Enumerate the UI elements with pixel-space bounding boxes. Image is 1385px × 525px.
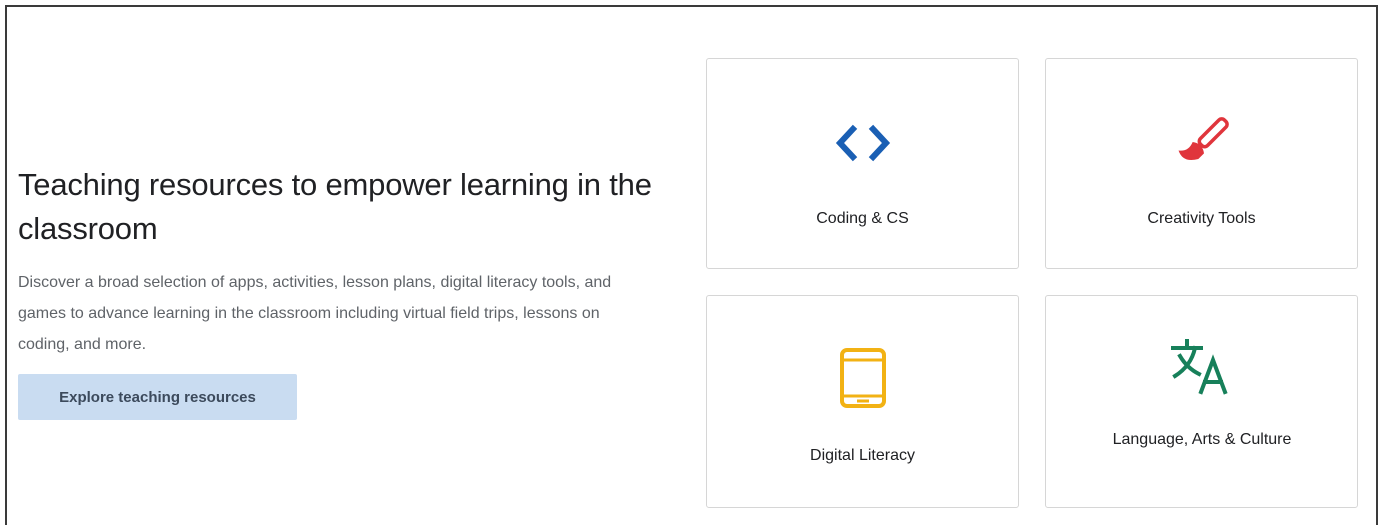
- card-label: Creativity Tools: [1147, 210, 1256, 227]
- card-language-arts-culture[interactable]: Language, Arts & Culture: [1045, 295, 1358, 508]
- card-creativity-tools[interactable]: Creativity Tools: [1045, 58, 1358, 269]
- card-coding-cs[interactable]: Coding & CS: [706, 58, 1019, 269]
- card-label: Language, Arts & Culture: [1112, 431, 1292, 448]
- card-digital-literacy[interactable]: Digital Literacy: [706, 295, 1019, 508]
- code-brackets-icon: [707, 123, 1018, 163]
- card-label: Coding & CS: [816, 210, 909, 227]
- hero-description: Discover a broad selection of apps, acti…: [18, 274, 612, 353]
- hero-text: Teaching resources to empower learning i…: [18, 163, 658, 360]
- translate-icon: [1046, 336, 1357, 396]
- page-title: Teaching resources to empower learning i…: [18, 167, 652, 246]
- paintbrush-icon: [1046, 114, 1357, 174]
- tablet-icon: [707, 347, 1018, 409]
- card-label: Digital Literacy: [810, 447, 915, 464]
- explore-teaching-resources-button[interactable]: Explore teaching resources: [18, 374, 297, 420]
